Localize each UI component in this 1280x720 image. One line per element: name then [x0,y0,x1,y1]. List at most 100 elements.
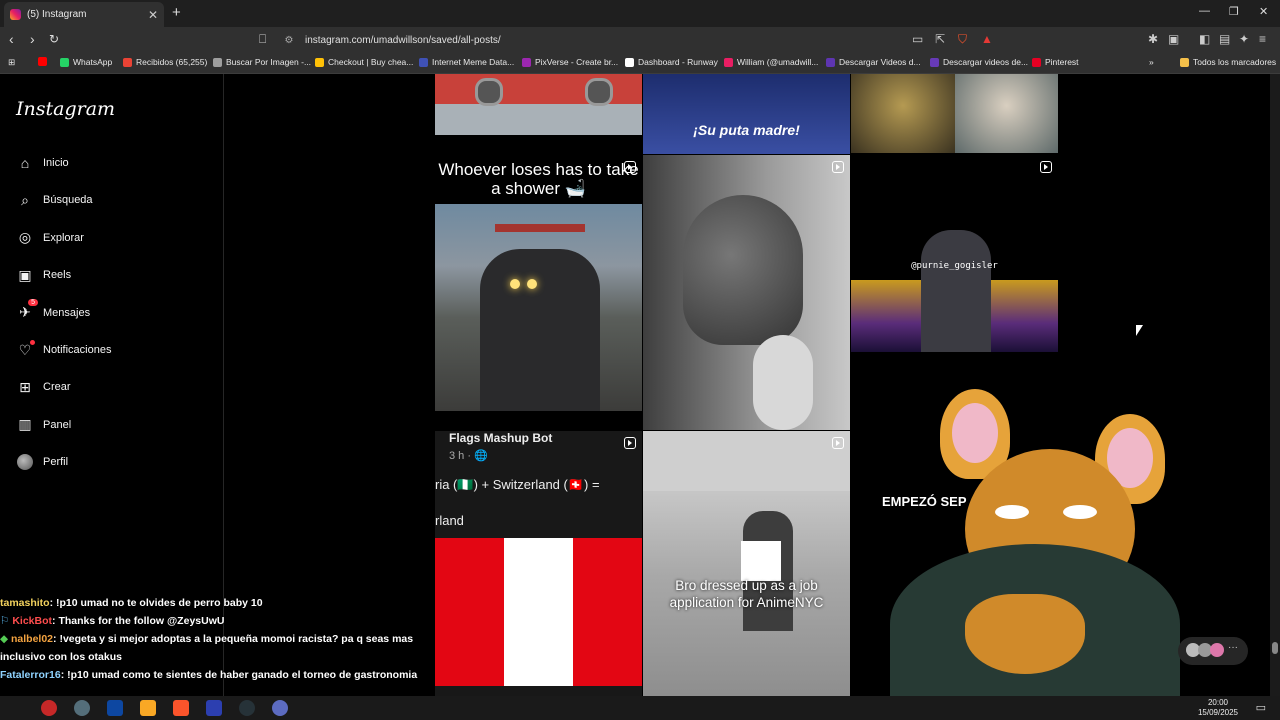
glowing-eye [527,279,537,289]
scrollbar-thumb[interactable] [1272,642,1278,654]
more-icon: ··· [1228,642,1238,653]
flag-stripe [435,538,504,686]
sidebar-item-compass[interactable]: ◎ Explorar [16,229,84,247]
saved-post-6[interactable]: @purnie_gogisler [851,155,1058,352]
sidebar-item-plus-square[interactable]: ⊞ Crear [16,378,71,396]
bookmark-item[interactable] [38,57,51,66]
bookmark-item[interactable]: Descargar videos de... [930,57,1028,67]
bookmark-label: PixVerse - Create br... [535,57,619,67]
vegas-icon[interactable] [206,700,222,716]
menu-icon[interactable]: ≡ [1259,32,1266,46]
chat-user: tamashito [0,597,50,609]
page-scrollbar[interactable] [1270,74,1280,696]
bookmark-page-icon[interactable]: ⎕ [259,32,266,47]
media-icon[interactable]: ▣ [1168,32,1179,46]
bookmark-favicon-icon [315,57,324,67]
notifications-icon[interactable]: ▭ [1256,701,1266,714]
all-bookmarks-folder[interactable]: Todos los marcadores [1180,57,1276,67]
sidebar-item-reels[interactable]: ▣ Reels [16,266,71,284]
wheel-shape [475,78,503,106]
home-icon: ⌂ [20,155,30,171]
app-icon[interactable] [239,700,255,716]
saved-post-1[interactable] [435,74,642,135]
cast-icon[interactable]: ▭ [912,32,923,46]
tab-close-icon[interactable]: ✕ [148,8,158,22]
saved-post-8[interactable]: Bro dressed up as a job application for … [643,431,850,696]
post-image-left [851,74,955,153]
bookmark-item[interactable]: Recibidos (65,255) [123,57,207,67]
bookmark-item[interactable]: Internet Meme Data... [419,57,514,67]
forward-icon[interactable]: › [30,31,35,47]
extensions-icon[interactable]: ✱ [1148,32,1158,46]
badge-icon: ◆ [0,633,11,645]
brave-shield-icon[interactable]: ⛉ [958,32,967,47]
reel-icon [1040,161,1052,173]
discord-icon[interactable] [272,700,288,716]
bookmark-label: Dashboard - Runway [638,57,718,67]
minimize-icon[interactable]: — [1199,5,1210,17]
photoshop-icon[interactable] [107,700,123,716]
saved-post-2[interactable]: ¡Su puta madre! [643,74,850,154]
saved-post-3[interactable] [851,74,1058,153]
new-tab-icon[interactable]: + [172,4,181,21]
sidebar-item-label: Notificaciones [43,344,112,356]
ear-inner [952,403,998,463]
instagram-logo[interactable]: Instagram [16,98,115,120]
bookmark-item[interactable]: William (@umadwill... [724,57,818,67]
sidebar-item-dashboard[interactable]: ▥ Panel [16,416,71,434]
apps-grid-icon[interactable]: ⊞ [8,57,15,68]
avatar-eye [995,505,1029,519]
leo-ai-icon[interactable]: ✦ [1239,32,1249,46]
sidebar-item-search[interactable]: ⌕ Búsqueda [16,191,92,209]
saved-post-7[interactable]: Flags Mashup Bot 3 h · 🌐 ria (🇳🇬) + Swit… [435,431,642,696]
reload-icon[interactable]: ↻ [49,32,59,46]
sidebar-item-perfil[interactable]: Perfil [16,453,68,471]
sidebar-item-label: Explorar [43,231,84,244]
compass-icon: ◎ [18,229,32,246]
bookmark-label: Buscar Por Imagen -... [226,57,312,67]
messenger-icon: ✈ 5 [16,298,38,322]
sidebar-item-label: Crear [43,381,71,394]
restore-icon[interactable]: ❐ [1229,5,1239,18]
app-icon[interactable] [74,700,90,716]
saved-post-5[interactable] [643,155,850,430]
bookmark-favicon-icon [123,57,132,67]
system-clock[interactable]: 20:00 15/09/2025 [1198,698,1238,718]
back-icon[interactable]: ‹ [9,31,14,47]
post-caption: Whoever loses has to take a shower 🛁 [438,160,639,198]
wallet-icon[interactable]: ▤ [1219,32,1230,46]
brave-rewards-icon[interactable]: ▲ [981,32,993,46]
obs-icon[interactable] [41,700,57,716]
brave-browser-icon[interactable] [173,700,189,716]
watermark-text: @purnie_gogisler [911,261,998,271]
sidebar-item-label: Mensajes [43,306,91,319]
bookmark-item[interactable]: Dashboard - Runway [625,57,718,67]
chat-message: Fatalerror16: !p10 umad como te sientes … [0,666,420,684]
bookmark-label: Descargar videos de... [943,57,1029,67]
chat-text: : Thanks for the follow @ZeysUwU [52,615,225,627]
post-text: ria (🇳🇬) + Switzerland (🇨🇭) = [435,477,600,492]
stacked-avatars-widget[interactable]: ··· [1178,637,1248,665]
bookmark-item[interactable]: Descargar Videos d... [826,57,921,67]
saved-post-4[interactable]: Whoever loses has to take a shower 🛁 [435,155,642,430]
mouse-cursor-icon [1136,325,1143,336]
more-bookmarks-icon[interactable]: » [1149,57,1154,67]
bookmark-item[interactable]: Buscar Por Imagen -... [213,57,311,67]
bookmark-item[interactable]: PixVerse - Create br... [522,57,618,67]
sidebar-toggle-icon[interactable]: ◧ [1199,32,1210,46]
bookmark-item[interactable]: Checkout | Buy chea... [315,57,413,67]
address-bar[interactable]: ⚙ instagram.com/umadwillson/saved/all-po… [280,30,1000,50]
sidebar-item-messenger[interactable]: ✈ 5 Mensajes [16,298,91,322]
file-explorer-icon[interactable] [140,700,156,716]
tab-instagram[interactable]: (5) Instagram ✕ [4,2,164,27]
bookmark-label: Checkout | Buy chea... [328,57,414,67]
close-window-icon[interactable]: ✕ [1259,5,1268,18]
sidebar-item-heart[interactable]: ♡ Notificaciones [16,340,112,359]
sidebar-item-home[interactable]: ⌂ Inicio [16,154,69,172]
bookmark-favicon-icon [625,57,634,67]
bookmark-item[interactable]: Pinterest [1032,57,1079,67]
bookmark-favicon-icon [38,57,47,66]
share-icon[interactable]: ⇱ [935,32,945,46]
bookmark-item[interactable]: WhatsApp [60,57,112,67]
site-info-icon[interactable]: ⚙ [280,35,298,46]
